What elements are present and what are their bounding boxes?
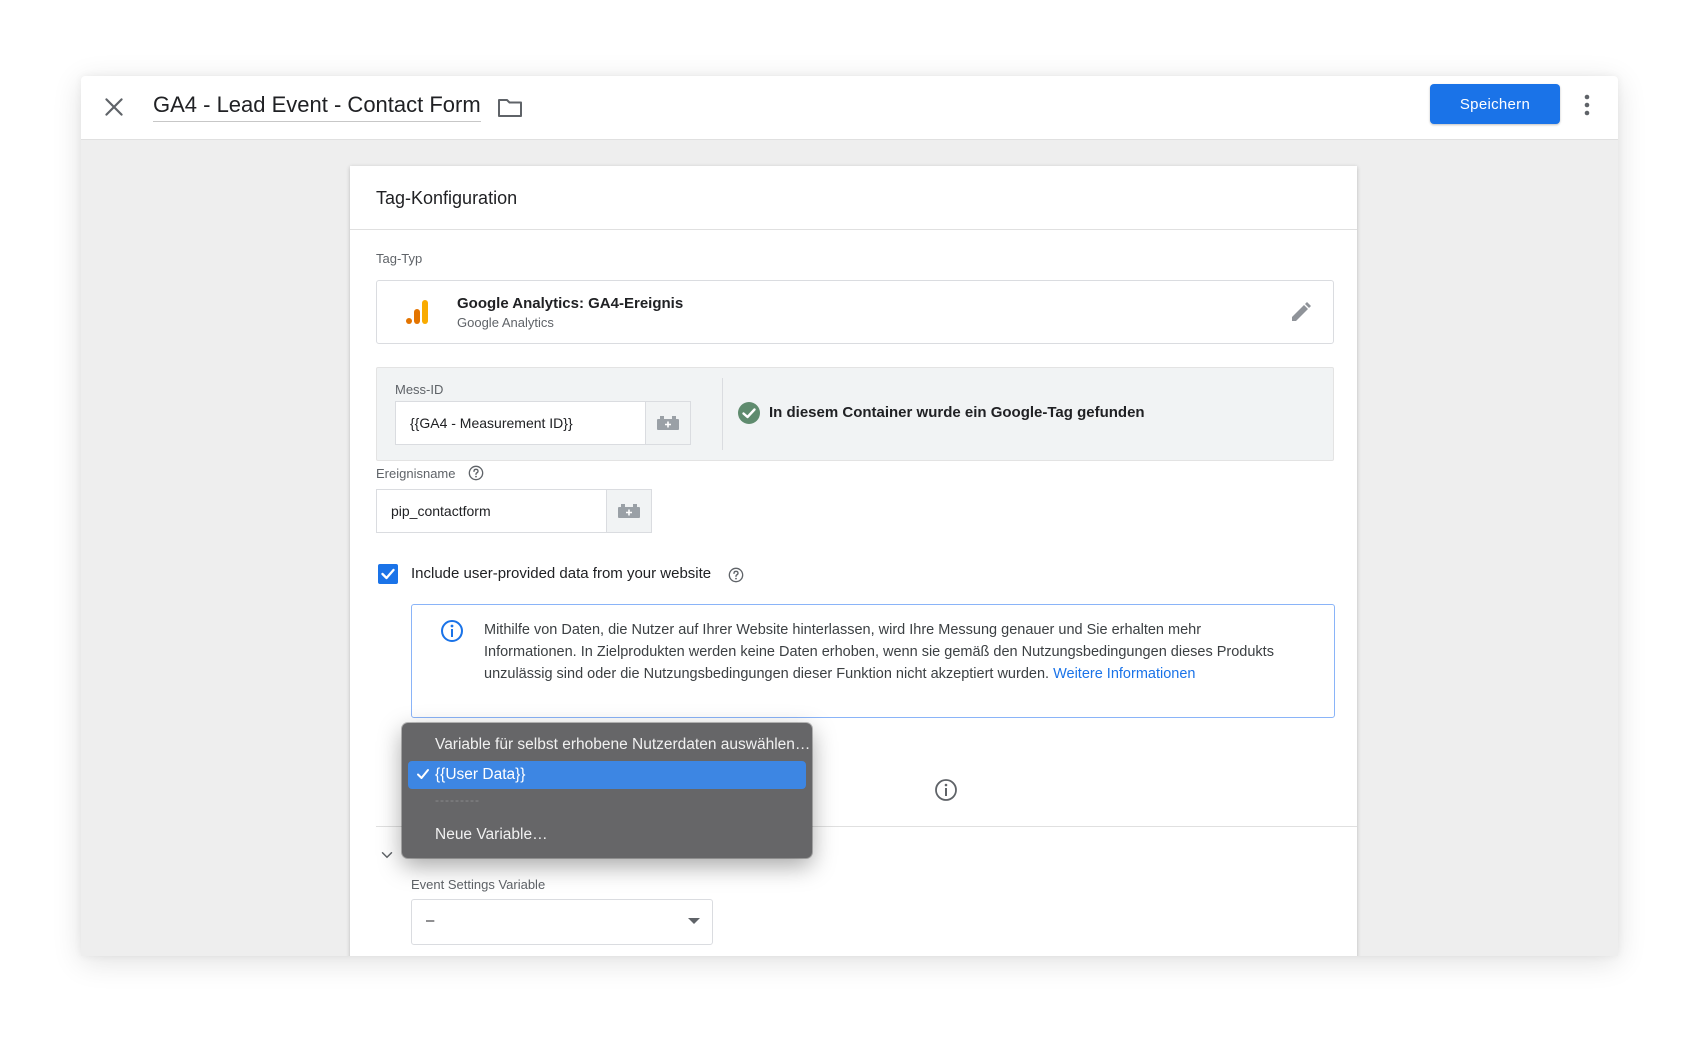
- tag-type-selector[interactable]: Google Analytics: GA4-Ereignis Google An…: [376, 280, 1334, 344]
- measurement-id-input[interactable]: [396, 402, 645, 444]
- help-icon[interactable]: [728, 567, 744, 583]
- section-separator: [722, 378, 723, 450]
- chevron-down-icon[interactable]: [378, 846, 396, 864]
- dropdown-option-new-variable[interactable]: Neue Variable…: [402, 821, 812, 849]
- check-circle-icon: [738, 402, 760, 424]
- info-text: Mithilfe von Daten, die Nutzer auf Ihrer…: [484, 619, 1294, 685]
- variable-picker-button[interactable]: [606, 490, 651, 532]
- event-name-label: Ereignisname: [376, 466, 456, 481]
- event-name-field: [376, 489, 652, 533]
- variable-brick-icon: [618, 504, 640, 518]
- info-icon[interactable]: [934, 778, 958, 802]
- measurement-id-section: Mess-ID In diesem Container wurde ein Go: [376, 367, 1334, 461]
- event-settings-select[interactable]: –: [411, 899, 713, 945]
- pencil-icon[interactable]: [1289, 300, 1313, 324]
- close-icon[interactable]: [101, 94, 127, 120]
- dropdown-option-placeholder[interactable]: Variable für selbst erhobene Nutzerdaten…: [402, 731, 812, 759]
- user-data-info-box: Mithilfe von Daten, die Nutzer auf Ihrer…: [411, 604, 1335, 718]
- info-icon: [441, 620, 463, 642]
- event-settings-value: –: [426, 912, 435, 929]
- folder-icon[interactable]: [497, 95, 523, 119]
- include-user-data-checkbox[interactable]: [378, 564, 398, 584]
- user-data-variable-dropdown: Variable für selbst erhobene Nutzerdaten…: [402, 723, 812, 858]
- event-name-input[interactable]: [377, 490, 606, 532]
- top-bar: GA4 - Lead Event - Contact Form Speicher…: [81, 76, 1618, 140]
- tag-editor-window: GA4 - Lead Event - Contact Form Speicher…: [81, 76, 1618, 956]
- google-analytics-icon: [406, 300, 428, 324]
- card-divider: [350, 229, 1357, 230]
- checkmark-icon: [417, 769, 429, 779]
- google-tag-found-text: In diesem Container wurde ein Google-Tag…: [769, 404, 1145, 421]
- tag-type-name: Google Analytics: GA4-Ereignis: [457, 295, 684, 312]
- help-icon[interactable]: [468, 465, 484, 481]
- variable-brick-icon: [657, 416, 679, 430]
- card-title: Tag-Konfiguration: [376, 188, 518, 208]
- dropdown-option-user-data[interactable]: {{User Data}}: [408, 761, 806, 789]
- dropdown-caret-icon: [688, 918, 700, 924]
- tag-title[interactable]: GA4 - Lead Event - Contact Form: [153, 92, 481, 122]
- measurement-id-field: [395, 401, 691, 445]
- save-button[interactable]: Speichern: [1430, 84, 1560, 124]
- measurement-id-label: Mess-ID: [395, 382, 444, 397]
- include-user-data-label[interactable]: Include user-provided data from your web…: [411, 565, 711, 582]
- event-settings-label: Event Settings Variable: [411, 877, 546, 892]
- checkmark-icon: [381, 568, 395, 580]
- more-vert-icon[interactable]: [1580, 90, 1594, 120]
- learn-more-link[interactable]: Weitere Informationen: [1053, 666, 1195, 682]
- tag-type-label: Tag-Typ: [376, 251, 423, 266]
- variable-picker-button[interactable]: [645, 402, 690, 444]
- dropdown-separator: ---------: [435, 793, 480, 807]
- tag-type-subtitle: Google Analytics: [457, 315, 554, 330]
